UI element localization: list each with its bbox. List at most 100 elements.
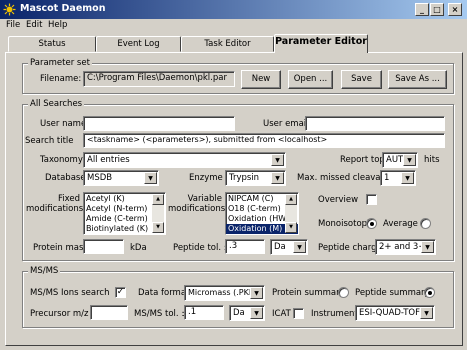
- scrollbar[interactable]: ▲ ▼: [285, 194, 297, 233]
- chevron-down-icon[interactable]: ▼: [420, 307, 433, 319]
- tab-event-log[interactable]: Event Log: [96, 36, 181, 52]
- data-format-label: Data format: [138, 288, 190, 298]
- fixed-modifications-label-2: modifications: [26, 204, 84, 214]
- user-name-label: User name: [40, 119, 87, 129]
- protein-summary-radio[interactable]: [338, 287, 349, 298]
- chevron-down-icon[interactable]: ▼: [403, 154, 416, 166]
- chevron-down-icon[interactable]: ▼: [271, 172, 284, 184]
- msms-tol-field[interactable]: .1: [184, 305, 224, 320]
- peptide-tol-unit-select[interactable]: Da ▼: [270, 239, 308, 255]
- enzyme-label: Enzyme: [189, 173, 223, 183]
- user-email-field[interactable]: [305, 116, 445, 131]
- filename-label: Filename:: [40, 74, 82, 84]
- window-title: Mascot Daemon: [20, 3, 106, 14]
- scroll-down-icon[interactable]: ▼: [152, 222, 164, 233]
- instrument-select[interactable]: ESI-QUAD-TOF ▼: [355, 305, 435, 321]
- chevron-down-icon[interactable]: ▼: [401, 172, 414, 184]
- menu-file[interactable]: File: [6, 20, 20, 30]
- close-button[interactable]: ×: [448, 3, 462, 16]
- average-label: Average: [383, 219, 418, 229]
- chevron-down-icon[interactable]: ▼: [250, 287, 263, 299]
- average-radio[interactable]: [420, 218, 431, 229]
- kda-label: kDa: [130, 243, 147, 253]
- taxonomy-value: All entries: [87, 155, 130, 165]
- variable-modifications-label-1: Variable: [187, 194, 222, 204]
- overview-label: Overview: [318, 195, 359, 205]
- chevron-down-icon[interactable]: ▼: [250, 307, 263, 319]
- peptide-charge-select[interactable]: 2+ and 3+ ▼: [375, 239, 436, 255]
- menu-bar: File Edit Help: [0, 19, 467, 34]
- tab-status[interactable]: Status: [8, 36, 96, 52]
- icat-checkbox[interactable]: [293, 308, 304, 319]
- precursor-label: Precursor m/z: [30, 309, 89, 319]
- user-name-field[interactable]: [83, 116, 235, 131]
- filename-field[interactable]: C:\Program Files\Daemon\pkl.par: [83, 71, 235, 87]
- scroll-up-icon[interactable]: ▲: [152, 194, 164, 205]
- database-label: Database: [45, 173, 86, 183]
- msms-ions-search-label: MS/MS Ions search: [30, 288, 110, 298]
- max-missed-cleavages-value: 1: [384, 173, 390, 183]
- enzyme-value: Trypsin: [229, 173, 260, 183]
- menu-edit[interactable]: Edit: [26, 20, 42, 30]
- menu-help[interactable]: Help: [48, 20, 67, 30]
- max-missed-cleavages-select[interactable]: 1 ▼: [380, 170, 416, 186]
- taxonomy-label: Taxonomy: [40, 155, 83, 165]
- user-email-label: User email: [263, 119, 309, 129]
- msms-tol-unit-select[interactable]: Da ▼: [229, 305, 265, 321]
- tab-parameter-editor[interactable]: Parameter Editor: [274, 34, 368, 53]
- overview-checkbox[interactable]: [366, 194, 377, 205]
- variable-modifications-label-2: modifications: [168, 204, 226, 214]
- precursor-field[interactable]: [90, 305, 128, 320]
- enzyme-select[interactable]: Trypsin ▼: [225, 170, 286, 186]
- peptide-tol-field[interactable]: .3: [225, 239, 265, 254]
- chevron-down-icon[interactable]: ▼: [421, 241, 434, 253]
- scroll-down-icon[interactable]: ▼: [285, 222, 297, 233]
- hits-label: hits: [424, 155, 440, 165]
- peptide-tol-unit-value: Da: [274, 242, 286, 252]
- open-button[interactable]: Open ...: [288, 70, 333, 89]
- msms-tol-unit-value: Da: [233, 308, 245, 318]
- taxonomy-select[interactable]: All entries ▼: [83, 152, 286, 168]
- icat-label: ICAT: [272, 309, 291, 319]
- protein-summary-label: Protein summary: [272, 288, 345, 298]
- protein-mass-label: Protein mass: [33, 243, 88, 253]
- minimize-button[interactable]: _: [415, 3, 429, 16]
- title-bar: Mascot Daemon _ □ ×: [0, 0, 467, 19]
- peptide-summary-radio[interactable]: [424, 287, 435, 298]
- new-button[interactable]: New: [241, 70, 281, 89]
- protein-mass-field[interactable]: [83, 239, 124, 254]
- fixed-modifications-list[interactable]: Acetyl (K) Acetyl (N-term) Amide (C-term…: [83, 192, 166, 235]
- search-title-field[interactable]: <taskname> (<parameters>), submitted fro…: [83, 133, 445, 148]
- instrument-label: Instrument: [311, 309, 358, 319]
- parameter-set-label: Parameter set: [28, 58, 92, 68]
- report-top-select[interactable]: AUTO ▼: [382, 152, 418, 168]
- variable-modifications-list[interactable]: NIPCAM (C) O18 (C-term) Oxidation (HW) O…: [225, 192, 299, 235]
- instrument-value: ESI-QUAD-TOF: [359, 308, 420, 318]
- monoisotopic-radio[interactable]: [366, 218, 377, 229]
- peptide-charge-label: Peptide charge: [318, 243, 382, 253]
- chevron-down-icon[interactable]: ▼: [144, 172, 157, 184]
- peptide-summary-label: Peptide summary: [355, 288, 430, 298]
- scroll-up-icon[interactable]: ▲: [285, 194, 297, 205]
- app-icon: [3, 3, 16, 16]
- peptide-tol-label: Peptide tol. ±: [173, 243, 231, 253]
- search-title-label: Search title: [25, 136, 74, 146]
- msms-label: MS/MS: [28, 266, 61, 276]
- chevron-down-icon[interactable]: ▼: [271, 154, 284, 166]
- peptide-charge-value: 2+ and 3+: [379, 242, 426, 252]
- data-format-value: Micromass (.PKL): [188, 288, 257, 297]
- maximize-button[interactable]: □: [430, 3, 444, 16]
- save-button[interactable]: Save: [341, 70, 382, 89]
- msms-tol-label: MS/MS tol. ±: [134, 309, 189, 319]
- data-format-select[interactable]: Micromass (.PKL) ▼: [184, 285, 265, 301]
- msms-ions-search-checkbox[interactable]: ✓: [115, 287, 126, 298]
- database-select[interactable]: MSDB ▼: [83, 170, 159, 186]
- scrollbar[interactable]: ▲ ▼: [152, 194, 164, 233]
- report-top-label: Report top: [340, 155, 385, 165]
- database-value: MSDB: [87, 173, 113, 183]
- chevron-down-icon[interactable]: ▼: [293, 241, 306, 253]
- tab-task-editor[interactable]: Task Editor: [181, 36, 274, 52]
- all-searches-label: All Searches: [28, 99, 85, 109]
- fixed-modifications-label-1: Fixed: [57, 194, 80, 204]
- save-as-button[interactable]: Save As ...: [388, 70, 447, 89]
